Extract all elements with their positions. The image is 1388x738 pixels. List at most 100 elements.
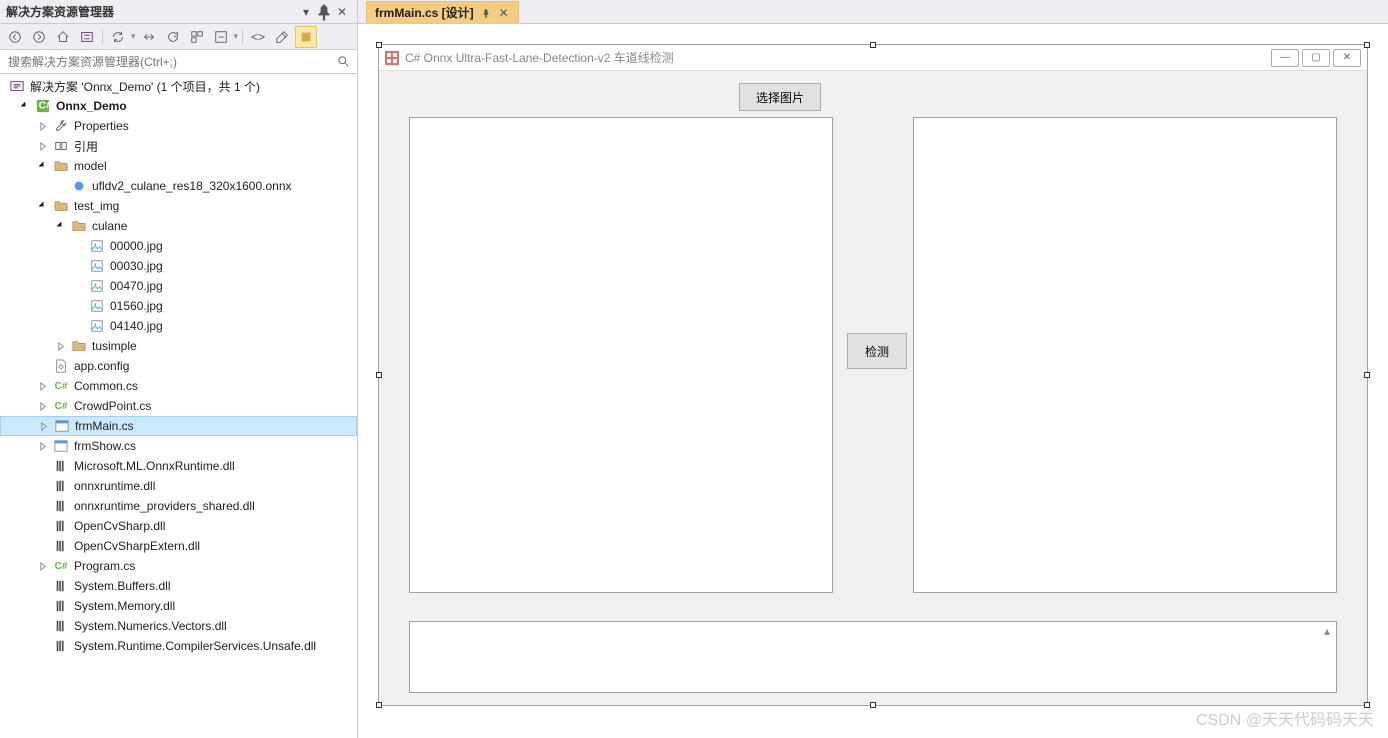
show-all-icon[interactable]: [186, 26, 208, 48]
solution-icon: [9, 78, 25, 94]
expander-icon[interactable]: [36, 139, 50, 153]
separator: [242, 29, 243, 45]
onnx-file-node[interactable]: ufldv2_culane_res18_320x1600.onnx: [0, 176, 357, 196]
watermark: CSDN @天天代码码天天: [1196, 706, 1374, 730]
folder-model-node[interactable]: model: [0, 156, 357, 176]
csharp-project-icon: C#: [35, 98, 51, 114]
close-icon[interactable]: ✕: [333, 3, 351, 21]
home-icon[interactable]: [52, 26, 74, 48]
refresh-direction-icon[interactable]: [138, 26, 160, 48]
dll-icon: [53, 518, 69, 534]
cs-file-node[interactable]: C# Common.cs: [0, 376, 357, 396]
image-icon: [89, 318, 105, 334]
dll-file-node[interactable]: onnxruntime.dll: [0, 476, 357, 496]
form-icon: [53, 438, 69, 454]
properties-icon[interactable]: [271, 26, 293, 48]
scroll-up-icon[interactable]: ▴: [1320, 624, 1334, 638]
folder-testimg-node[interactable]: test_img: [0, 196, 357, 216]
config-file-node[interactable]: app.config: [0, 356, 357, 376]
dll-file-node[interactable]: onnxruntime_providers_shared.dll: [0, 496, 357, 516]
expander-icon[interactable]: [36, 439, 50, 453]
panel-title: 解决方案资源管理器: [6, 3, 297, 20]
resize-handle[interactable]: [1364, 42, 1370, 48]
expander-icon[interactable]: [54, 339, 68, 353]
expander-icon[interactable]: [37, 419, 51, 433]
folder-culane-node[interactable]: culane: [0, 216, 357, 236]
dll-icon: [53, 638, 69, 654]
close-button[interactable]: ✕: [1333, 49, 1361, 67]
dll-file-node[interactable]: OpenCvSharp.dll: [0, 516, 357, 536]
close-icon[interactable]: ✕: [498, 7, 510, 19]
maximize-button[interactable]: ▢: [1302, 49, 1330, 67]
expander-icon[interactable]: [54, 219, 68, 233]
sync-icon[interactable]: [107, 26, 129, 48]
form-icon: [54, 418, 70, 434]
frmmain-node[interactable]: frmMain.cs: [0, 416, 357, 436]
dll-file-node[interactable]: System.Memory.dll: [0, 596, 357, 616]
references-node[interactable]: 引用: [0, 136, 357, 156]
dll-file-node[interactable]: System.Runtime.CompilerServices.Unsafe.d…: [0, 636, 357, 656]
solution-tree[interactable]: 解决方案 'Onnx_Demo' (1 个项目，共 1 个) C# Onnx_D…: [0, 74, 357, 738]
back-icon[interactable]: [4, 26, 26, 48]
image-icon: [89, 298, 105, 314]
cs-icon: C#: [53, 558, 69, 574]
search-icon[interactable]: [335, 53, 353, 71]
select-image-button[interactable]: 选择图片: [739, 83, 821, 111]
forward-icon[interactable]: [28, 26, 50, 48]
onnx-file-icon: [71, 178, 87, 194]
log-textbox[interactable]: ▴: [409, 621, 1337, 693]
expander-icon[interactable]: [18, 99, 32, 113]
designer-surface[interactable]: C# Onnx Ultra-Fast-Lane-Detection-v2 车道线…: [358, 24, 1388, 738]
svg-text:C#: C#: [39, 100, 50, 112]
folder-tusimple-node[interactable]: tusimple: [0, 336, 357, 356]
image-file-node[interactable]: 00000.jpg: [0, 236, 357, 256]
search-box: [0, 50, 357, 74]
image-file-node[interactable]: 00030.jpg: [0, 256, 357, 276]
folder-icon: [53, 198, 69, 214]
image-file-node[interactable]: 01560.jpg: [0, 296, 357, 316]
form-window[interactable]: C# Onnx Ultra-Fast-Lane-Detection-v2 车道线…: [378, 44, 1368, 706]
folder-icon: [71, 338, 87, 354]
solution-explorer-header: 解决方案资源管理器 ▾ ✕: [0, 0, 357, 24]
properties-node[interactable]: Properties: [0, 116, 357, 136]
pin-icon[interactable]: [480, 7, 492, 19]
form-titlebar: C# Onnx Ultra-Fast-Lane-Detection-v2 车道线…: [379, 45, 1367, 71]
detect-button[interactable]: 检测: [847, 333, 907, 369]
folder-icon: [71, 218, 87, 234]
left-image-panel[interactable]: [409, 117, 833, 593]
expander-icon[interactable]: [36, 159, 50, 173]
dll-file-node[interactable]: OpenCvSharpExtern.dll: [0, 536, 357, 556]
cs-file-node[interactable]: C# CrowdPoint.cs: [0, 396, 357, 416]
view-code-icon[interactable]: <>: [247, 26, 269, 48]
switch-view-icon[interactable]: [76, 26, 98, 48]
solution-node[interactable]: 解决方案 'Onnx_Demo' (1 个项目，共 1 个): [0, 76, 357, 96]
resize-handle[interactable]: [376, 42, 382, 48]
image-file-node[interactable]: 00470.jpg: [0, 276, 357, 296]
minimize-button[interactable]: —: [1271, 49, 1299, 67]
cs-file-node[interactable]: C# Program.cs: [0, 556, 357, 576]
collapse-icon[interactable]: [210, 26, 232, 48]
expander-icon[interactable]: [36, 399, 50, 413]
image-icon: [89, 258, 105, 274]
resize-handle[interactable]: [870, 42, 876, 48]
image-file-node[interactable]: 04140.jpg: [0, 316, 357, 336]
expander-icon[interactable]: [36, 199, 50, 213]
wrench-icon: [53, 118, 69, 134]
expander-icon[interactable]: [36, 119, 50, 133]
search-input[interactable]: [4, 52, 335, 72]
references-icon: [53, 138, 69, 154]
cs-icon: C#: [53, 378, 69, 394]
dll-file-node[interactable]: Microsoft.ML.OnnxRuntime.dll: [0, 456, 357, 476]
right-image-panel[interactable]: [913, 117, 1337, 593]
expander-icon[interactable]: [36, 559, 50, 573]
view-designer-icon[interactable]: [295, 26, 317, 48]
refresh-icon[interactable]: [162, 26, 184, 48]
dll-file-node[interactable]: System.Numerics.Vectors.dll: [0, 616, 357, 636]
expander-icon[interactable]: [36, 379, 50, 393]
tab-frmmain-design[interactable]: frmMain.cs [设计] ✕: [366, 1, 519, 23]
dll-file-node[interactable]: System.Buffers.dll: [0, 576, 357, 596]
project-node[interactable]: C# Onnx_Demo: [0, 96, 357, 116]
frmshow-node[interactable]: frmShow.cs: [0, 436, 357, 456]
dropdown-icon[interactable]: ▾: [297, 3, 315, 21]
pin-icon[interactable]: [315, 3, 333, 21]
